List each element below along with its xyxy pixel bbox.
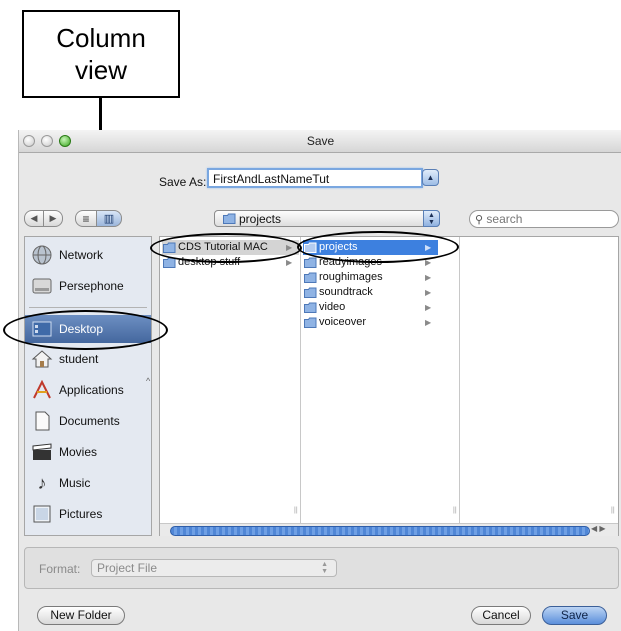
list-item-label: roughimages — [319, 271, 383, 283]
list-item-label: voiceover — [319, 316, 367, 328]
sidebar-item-music[interactable]: ♪ Music — [25, 469, 151, 497]
list-view-button[interactable]: ≡ — [75, 210, 97, 227]
column-1: CDS Tutorial MAC ▶ desktop stuff ▶ || — [160, 237, 301, 523]
home-icon — [31, 350, 53, 368]
search-field[interactable]: ⚲ search — [469, 210, 619, 228]
new-folder-button[interactable]: New Folder — [37, 606, 125, 625]
sidebar-item-network[interactable]: Network — [25, 241, 151, 269]
save-button[interactable]: Save — [542, 606, 607, 625]
sidebar-item-movies[interactable]: Movies — [25, 438, 151, 466]
save-as-label: Save As: — [159, 175, 207, 189]
scroll-arrows-icon[interactable]: ◀ ▶ — [591, 524, 606, 533]
sidebar-item-label: student — [59, 352, 99, 366]
annotation-ellipse-desktop — [3, 310, 168, 350]
hard-drive-icon — [32, 278, 52, 294]
magnifier-icon: ⚲ — [475, 214, 484, 226]
list-item-video[interactable]: video ▶ — [303, 300, 438, 315]
documents-icon — [35, 411, 50, 431]
folder-icon — [304, 257, 317, 268]
save-as-field[interactable]: FirstAndLastNameTut — [207, 168, 423, 188]
list-item-label: video — [319, 301, 346, 313]
pictures-icon — [33, 505, 51, 523]
search-placeholder: search — [486, 212, 523, 226]
window-title: Save — [306, 134, 335, 148]
location-popup[interactable]: projects ▲ ▼ — [214, 210, 440, 227]
list-item-voiceover[interactable]: voiceover ▶ — [303, 315, 438, 330]
network-icon — [32, 245, 52, 265]
disclosure-arrow-icon: ▶ — [425, 318, 432, 327]
title-bar: Save — [19, 130, 621, 153]
list-item-soundtrack[interactable]: soundtrack ▶ — [303, 285, 438, 300]
triangle-up-icon: ▲ — [426, 173, 435, 182]
sidebar-item-label: Network — [59, 248, 104, 262]
location-popup-label: projects — [239, 212, 282, 226]
folder-icon — [304, 272, 317, 283]
list-view-icon: ≡ — [82, 211, 90, 226]
sidebar-scroll-caret-icon: ^ — [146, 376, 151, 386]
column-resize-handle[interactable]: || — [611, 507, 615, 514]
disclosure-arrow-icon: ▶ — [425, 303, 432, 312]
sidebar-item-pictures[interactable]: Pictures — [25, 500, 151, 528]
list-item-label: soundtrack — [319, 286, 373, 298]
column-2: projects ▶ readyimages ▶ roughimages ▶ s… — [301, 237, 460, 523]
forward-button[interactable]: ▶ — [43, 210, 63, 227]
sidebar-item-applications[interactable]: Applications — [25, 376, 151, 404]
column-resize-handle[interactable]: || — [294, 507, 298, 514]
expand-dialog-button[interactable]: ▲ — [422, 169, 439, 186]
column-3: || — [460, 237, 618, 523]
back-button[interactable]: ◀ — [24, 210, 44, 227]
disclosure-arrow-icon: ▶ — [425, 288, 432, 297]
format-popup-value: Project File — [97, 561, 158, 575]
format-panel: Format: Project File ▲ ▼ — [24, 547, 619, 589]
callout-line-2: view — [74, 55, 127, 85]
column-view-callout: Column view — [22, 10, 180, 98]
sidebar-item-persephone[interactable]: Persephone — [25, 272, 151, 300]
column-browser: CDS Tutorial MAC ▶ desktop stuff ▶ || pr… — [159, 236, 619, 536]
sidebar-item-label: Music — [59, 476, 91, 490]
sidebar-item-label: Applications — [59, 383, 124, 397]
music-icon: ♪ — [37, 473, 47, 493]
sidebar-item-documents[interactable]: Documents — [25, 407, 151, 435]
column-view-icon: ▥ — [103, 213, 115, 225]
disclosure-arrow-icon: ▶ — [425, 273, 432, 282]
format-popup[interactable]: Project File ▲ ▼ — [91, 559, 337, 577]
sidebar-item-label: Movies — [59, 445, 98, 459]
back-arrow-icon: ◀ — [30, 213, 38, 223]
annotation-ellipse-cds-tutorial — [150, 233, 302, 263]
column-resize-handle[interactable]: || — [453, 507, 457, 514]
popup-stepper-icon: ▲ ▼ — [321, 561, 328, 575]
save-dialog: Save Save As: FirstAndLastNameTut ▲ ◀ ▶ … — [18, 130, 621, 631]
format-label: Format: — [39, 562, 81, 576]
applications-icon — [33, 380, 51, 399]
popup-stepper-icon: ▲ ▼ — [423, 210, 440, 227]
movies-icon — [32, 443, 52, 460]
forward-arrow-icon: ▶ — [49, 213, 57, 223]
sidebar: Network Persephone Desktop student Appli… — [24, 236, 152, 536]
scrollbar-thumb[interactable] — [170, 526, 590, 536]
list-item-roughimages[interactable]: roughimages ▶ — [303, 270, 438, 285]
column-view-button[interactable]: ▥ — [96, 210, 122, 227]
sidebar-item-label: Pictures — [59, 507, 103, 521]
folder-icon — [304, 287, 317, 298]
sidebar-item-label: Persephone — [59, 279, 124, 293]
annotation-ellipse-projects — [297, 231, 459, 263]
folder-icon — [304, 302, 317, 313]
folder-icon — [223, 213, 236, 224]
sidebar-item-label: Documents — [59, 414, 120, 428]
folder-icon — [304, 317, 317, 328]
cancel-button[interactable]: Cancel — [471, 606, 531, 625]
sidebar-divider — [29, 307, 147, 308]
callout-line-1: Column — [56, 23, 146, 53]
horizontal-scrollbar[interactable]: ◀ ▶ — [160, 523, 618, 536]
disclosure-arrow-icon: ▶ — [286, 258, 293, 267]
